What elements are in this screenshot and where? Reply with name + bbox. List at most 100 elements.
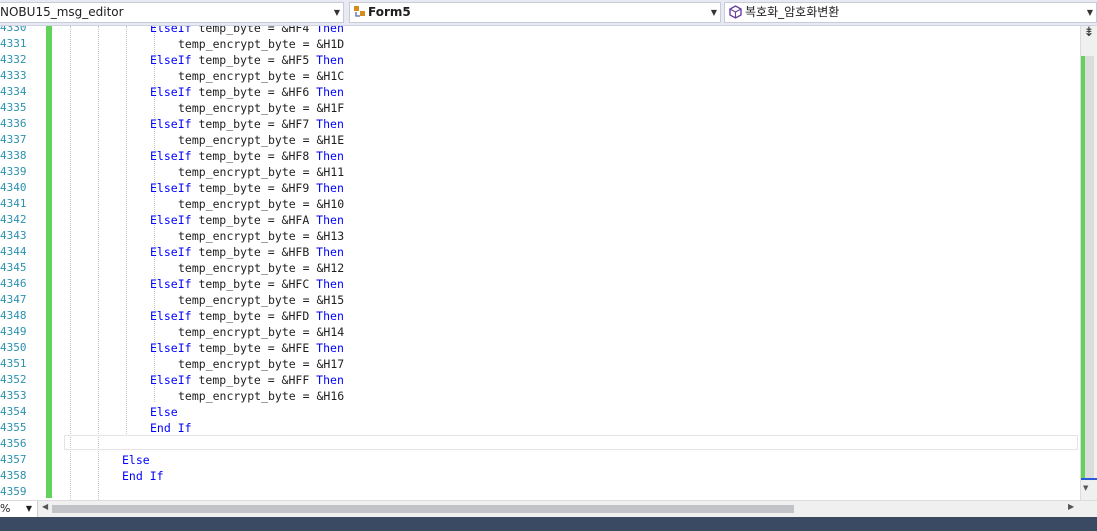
line-number-gutter: 4330 4331 4332 4333 4334 4335 4336 4337 … <box>0 26 30 500</box>
object-icon <box>354 6 365 17</box>
split-icon[interactable]: ⇟ <box>1081 26 1097 40</box>
code-text: temp_byte = &HFE <box>191 341 317 355</box>
keyword: Then <box>316 373 344 387</box>
keyword: ElseIf <box>150 309 192 323</box>
keyword: ElseIf <box>150 117 192 131</box>
indent-guide <box>70 26 71 500</box>
code-line: ElseIf temp_byte = &HFE Then <box>150 340 344 356</box>
keyword: Then <box>316 85 344 99</box>
code-line: End If <box>122 469 164 483</box>
line-number: 4343 <box>0 229 27 242</box>
project-dropdown[interactable]: NOBU15_msg_editor ▼ <box>0 2 344 23</box>
line-number: 4358 <box>0 469 27 482</box>
keyword: ElseIf <box>150 149 192 163</box>
line-number: 4339 <box>0 165 27 178</box>
code-line: temp_encrypt_byte = &H13 <box>178 229 345 243</box>
code-text: temp_byte = &HFD <box>191 309 317 323</box>
line-number: 4334 <box>0 85 27 98</box>
caret-position-marker <box>1081 478 1097 480</box>
code-text: temp_byte = &HFC <box>191 277 317 291</box>
procedure-dropdown[interactable]: 복호화_암호화변환 ▼ <box>724 2 1097 23</box>
line-number: 4352 <box>0 373 27 386</box>
line-number: 4342 <box>0 213 27 226</box>
indent-guide <box>126 26 127 436</box>
line-number: 4338 <box>0 149 27 162</box>
code-text: temp_byte = &HF7 <box>191 117 317 131</box>
code-line: ElseIf temp_byte = &HFA Then <box>150 212 344 228</box>
code-line: temp_encrypt_byte = &H1E <box>178 133 345 147</box>
line-number: 4346 <box>0 277 27 290</box>
code-text: temp_byte = &HF9 <box>191 181 317 195</box>
procedure-icon <box>729 5 742 19</box>
scroll-down-icon[interactable]: ▼ <box>1083 484 1088 492</box>
code-line: temp_encrypt_byte = &H12 <box>178 261 345 275</box>
current-line-highlight <box>64 435 1078 450</box>
code-line: temp_encrypt_byte = &H15 <box>178 293 345 307</box>
line-number: 4349 <box>0 325 27 338</box>
status-bar <box>0 517 1097 531</box>
line-number: 4356 <box>0 437 27 450</box>
project-name: NOBU15_msg_editor <box>0 5 124 19</box>
line-number: 4344 <box>0 245 27 258</box>
code-line: ElseIf temp_byte = &HFF Then <box>150 372 344 388</box>
object-dropdown[interactable]: Form5 ▼ <box>349 2 721 23</box>
scroll-left-icon[interactable]: ◀ <box>42 502 48 511</box>
code-line: temp_encrypt_byte = &H1F <box>178 101 345 115</box>
code-line: ElseIf temp_byte = &HF7 Then <box>150 116 344 132</box>
keyword: Then <box>316 53 344 67</box>
code-line: temp_encrypt_byte = &H17 <box>178 357 345 371</box>
code-editor[interactable]: 4330 4331 4332 4333 4334 4335 4336 4337 … <box>0 26 1080 500</box>
keyword: ElseIf <box>150 53 192 67</box>
line-number: 4336 <box>0 117 27 130</box>
indent-guide <box>98 26 99 500</box>
keyword: ElseIf <box>150 181 192 195</box>
code-text: temp_byte = &HFA <box>191 213 317 227</box>
line-number: 4345 <box>0 261 27 274</box>
procedure-name: 복호화_암호화변환 <box>745 5 840 19</box>
line-number: 4340 <box>0 181 27 194</box>
keyword: ElseIf <box>150 373 192 387</box>
code-text: temp_byte = &HF6 <box>191 85 317 99</box>
code-line: Else <box>150 405 178 419</box>
code-line: ElseIf temp_byte = &HF8 Then <box>150 148 344 164</box>
code-line: ElseIf temp_byte = &HF6 Then <box>150 84 344 100</box>
line-number: 4341 <box>0 197 27 210</box>
zoom-value: % <box>0 502 11 515</box>
code-line: temp_encrypt_byte = &H10 <box>178 197 345 211</box>
code-line: ElseIf temp_byte = &HFB Then <box>150 244 344 260</box>
keyword: Then <box>316 149 344 163</box>
keyword: Then <box>316 26 344 35</box>
vertical-scroll-thumb[interactable] <box>1085 56 1094 480</box>
code-line: temp_encrypt_byte = &H1D <box>178 37 345 51</box>
code-text: temp_byte = &HFB <box>191 245 317 259</box>
vertical-scrollbar[interactable]: ⇟ ▼ <box>1080 26 1097 500</box>
chevron-down-icon: ▼ <box>25 504 32 513</box>
line-number: 4348 <box>0 309 27 322</box>
scroll-right-icon[interactable]: ▶ <box>1068 502 1074 511</box>
code-line: temp_encrypt_byte = &H14 <box>178 325 345 339</box>
line-number: 4337 <box>0 133 27 146</box>
line-number: 4335 <box>0 101 27 114</box>
zoom-dropdown[interactable]: % ▼ <box>0 501 38 517</box>
code-line: temp_encrypt_byte = &H1C <box>178 69 345 83</box>
line-number: 4354 <box>0 405 27 418</box>
keyword: Then <box>316 117 344 131</box>
keyword: Then <box>316 309 344 323</box>
code-text: temp_byte = &HF8 <box>191 149 317 163</box>
line-number: 4351 <box>0 357 27 370</box>
code-line: ElseIf temp_byte = &HF9 Then <box>150 180 344 196</box>
code-navigation-bar: NOBU15_msg_editor ▼ Form5 ▼ 복호화_암호화변환 ▼ <box>0 0 1097 26</box>
horizontal-scroll-thumb[interactable] <box>52 505 794 513</box>
line-number: 4350 <box>0 341 27 354</box>
keyword: ElseIf <box>150 245 192 259</box>
code-line: End If <box>150 421 192 435</box>
code-line: Else <box>122 453 150 467</box>
code-line: ElseIf temp_byte = &HF4 Then <box>150 26 344 36</box>
line-number: 4359 <box>0 485 27 498</box>
keyword: ElseIf <box>150 213 192 227</box>
chevron-down-icon: ▼ <box>333 8 340 17</box>
change-tracking-bar <box>46 26 52 498</box>
keyword: Then <box>316 341 344 355</box>
keyword: Then <box>316 181 344 195</box>
object-name: Form5 <box>368 5 411 19</box>
